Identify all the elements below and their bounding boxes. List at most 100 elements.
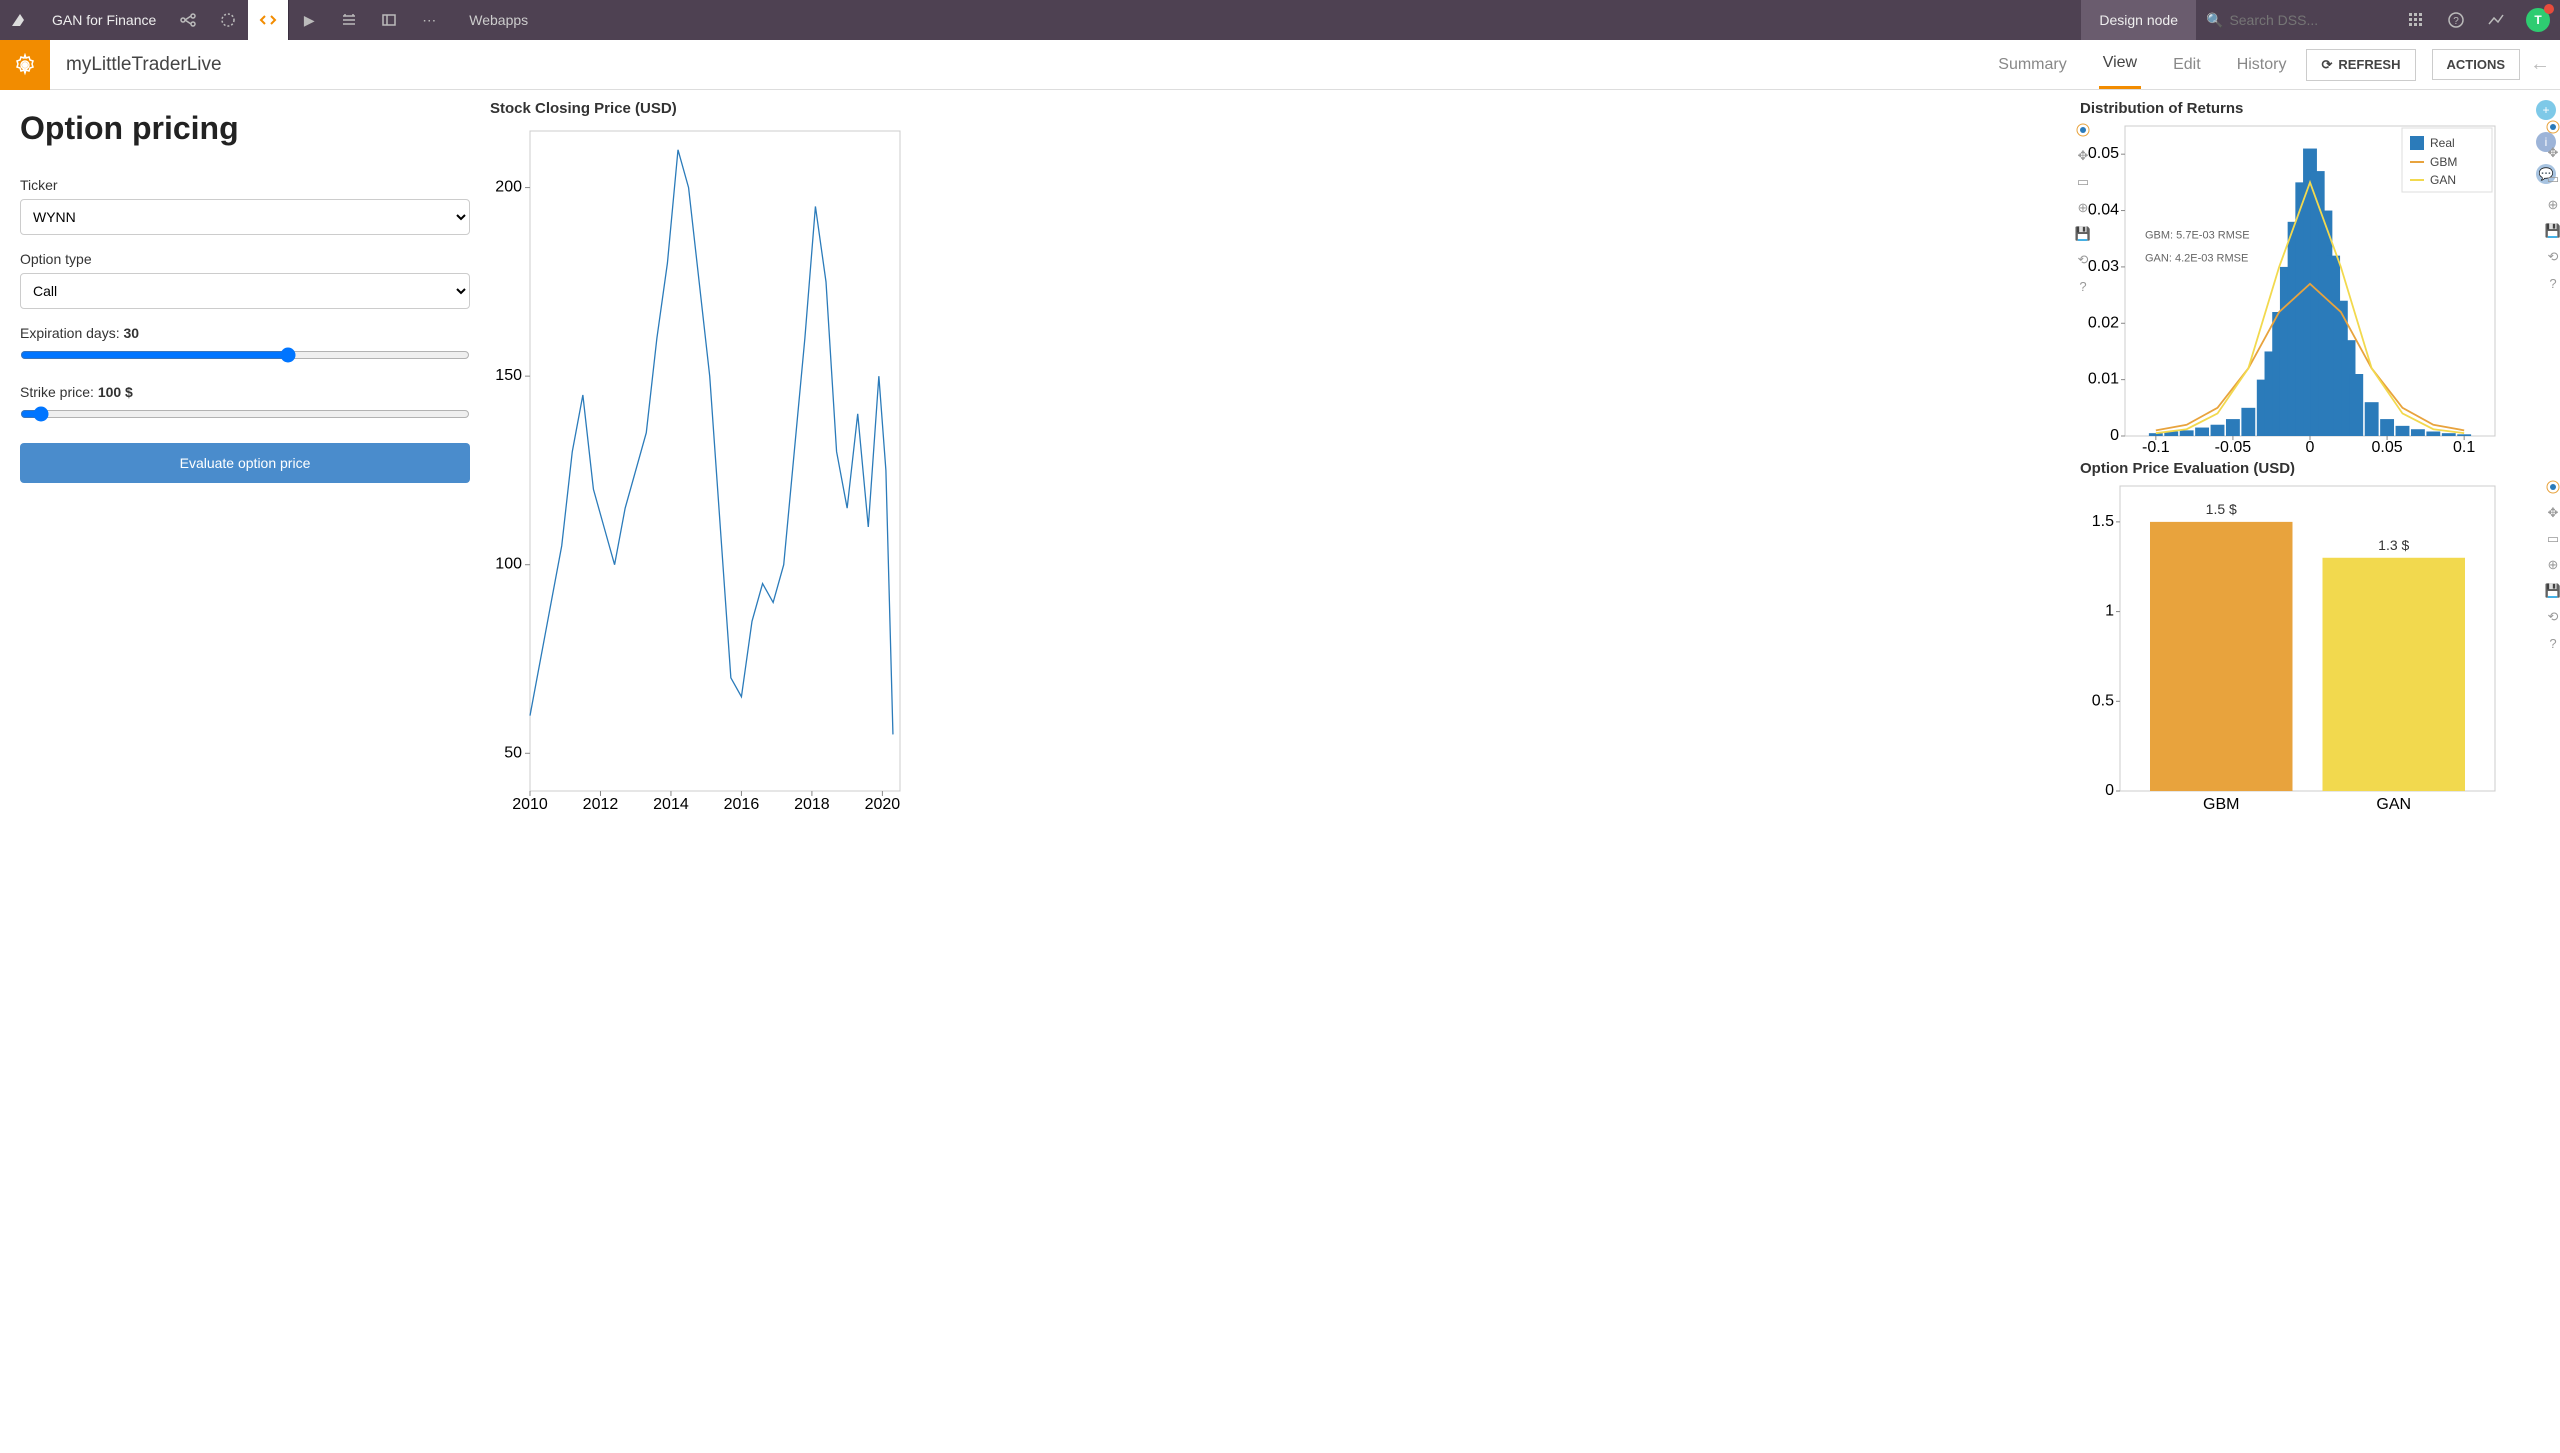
webapp-title: myLittleTraderLive <box>50 54 238 76</box>
option-type-label: Option type <box>20 251 470 267</box>
svg-text:-0.1: -0.1 <box>2142 439 2170 456</box>
svg-text:1.5 $: 1.5 $ <box>2206 501 2237 517</box>
ticker-label: Ticker <box>20 177 470 193</box>
section-tab-label[interactable]: Webapps <box>449 12 548 28</box>
expiration-label: Expiration days: 30 <box>20 325 470 341</box>
svg-text:1.5: 1.5 <box>2092 513 2114 530</box>
recipe-icon[interactable] <box>208 0 248 40</box>
svg-text:0.5: 0.5 <box>2092 692 2114 709</box>
svg-text:0.03: 0.03 <box>2088 258 2119 275</box>
svg-text:50: 50 <box>504 744 522 761</box>
tab-summary[interactable]: Summary <box>1994 40 2070 89</box>
wheel-zoom-tool-icon[interactable]: ⊕ <box>2544 196 2560 214</box>
user-avatar[interactable]: T <box>2526 8 2550 32</box>
more-icon[interactable]: ⋯ <box>409 0 449 40</box>
box-zoom-tool-icon[interactable]: ▭ <box>2544 530 2560 548</box>
design-node-label[interactable]: Design node <box>2081 0 2196 40</box>
project-name[interactable]: GAN for Finance <box>40 12 168 28</box>
pan-tool-icon[interactable]: ✥ <box>2544 504 2560 522</box>
page-heading: Option pricing <box>20 110 470 147</box>
ticker-select[interactable]: WYNN <box>20 199 470 235</box>
svg-text:0: 0 <box>2306 439 2315 456</box>
pan-tool-icon[interactable]: ✥ <box>2544 144 2560 162</box>
search-box[interactable]: 🔍 <box>2196 12 2396 29</box>
eval-chart-title: Option Price Evaluation (USD) <box>2080 460 2540 477</box>
right-chart-panel: Distribution of Returns 0 0.01 0.02 0.03 0.0… <box>2080 100 2540 1432</box>
view-tabs: Summary View Edit History <box>1994 40 2290 89</box>
svg-text:2020: 2020 <box>865 796 901 813</box>
play-icon[interactable]: ▶ <box>289 0 329 40</box>
dist-chart-tools: ✥ ▭ ⊕ 💾 ⟲ ? <box>2544 118 2560 292</box>
topbar: GAN for Finance ▶ ⋯ Webapps Design node … <box>0 0 2560 40</box>
svg-text:1: 1 <box>2105 603 2114 620</box>
svg-text:GAN: 4.2E-03 RMSE: GAN: 4.2E-03 RMSE <box>2145 252 2248 264</box>
tab-view[interactable]: View <box>2099 40 2141 89</box>
svg-text:-0.05: -0.05 <box>2215 439 2252 456</box>
tab-history[interactable]: History <box>2233 40 2291 89</box>
svg-text:0.05: 0.05 <box>2372 439 2403 456</box>
svg-text:0.1: 0.1 <box>2453 439 2475 456</box>
svg-text:0: 0 <box>2105 782 2114 799</box>
svg-text:?: ? <box>2453 16 2459 27</box>
bokeh-logo-icon[interactable] <box>2544 478 2560 496</box>
code-icon[interactable] <box>248 0 288 40</box>
apps-grid-icon[interactable] <box>2396 0 2436 40</box>
svg-text:GBM: GBM <box>2203 796 2239 813</box>
svg-text:0.02: 0.02 <box>2088 314 2119 331</box>
option-type-select[interactable]: Call <box>20 273 470 309</box>
dist-chart-title: Distribution of Returns <box>2080 100 2540 117</box>
save-tool-icon[interactable]: 💾 <box>2544 582 2560 600</box>
dashboard-icon[interactable] <box>369 0 409 40</box>
svg-text:GAN: GAN <box>2376 796 2411 813</box>
svg-text:2010: 2010 <box>512 796 548 813</box>
svg-text:GBM: GBM <box>2430 155 2457 169</box>
evaluation-chart[interactable]: 0 0.5 1 1.5 1.5 $ GBM 1.3 $ GAN <box>2080 481 2500 821</box>
svg-text:2016: 2016 <box>724 796 760 813</box>
box-zoom-tool-icon[interactable]: ▭ <box>2544 170 2560 188</box>
svg-text:0.04: 0.04 <box>2088 202 2119 219</box>
stock-chart[interactable]: 50 100 150 200 2010 2012 2014 2016 2018 2020 <box>490 121 910 821</box>
wheel-zoom-tool-icon[interactable]: ⊕ <box>2544 556 2560 574</box>
svg-text:2018: 2018 <box>794 796 830 813</box>
activity-icon[interactable] <box>2476 0 2516 40</box>
help-icon[interactable]: ? <box>2436 0 2476 40</box>
expiration-slider[interactable] <box>20 347 470 363</box>
form-panel: Option pricing Ticker WYNN Option type C… <box>10 100 480 1432</box>
collapse-arrow-icon[interactable]: ← <box>2520 53 2560 76</box>
eval-chart-tools: ✥ ▭ ⊕ 💾 ⟲ ? <box>2544 478 2560 652</box>
app-logo-icon[interactable] <box>0 0 40 40</box>
svg-text:Real: Real <box>2430 136 2455 150</box>
svg-text:0.01: 0.01 <box>2088 371 2119 388</box>
svg-text:100: 100 <box>495 556 522 573</box>
tab-edit[interactable]: Edit <box>2169 40 2205 89</box>
gear-icon[interactable] <box>0 40 50 90</box>
svg-text:2012: 2012 <box>583 796 619 813</box>
refresh-label: REFRESH <box>2338 57 2400 72</box>
list-icon[interactable] <box>329 0 369 40</box>
help-tool-icon[interactable]: ? <box>2544 274 2560 292</box>
svg-text:200: 200 <box>495 179 522 196</box>
search-icon: 🔍 <box>2206 12 2223 29</box>
evaluate-button[interactable]: Evaluate option price <box>20 443 470 483</box>
svg-text:150: 150 <box>495 367 522 384</box>
main-content: Option pricing Ticker WYNN Option type C… <box>0 90 2560 1442</box>
search-input[interactable] <box>2229 12 2379 28</box>
svg-text:GBM: 5.7E-03 RMSE: GBM: 5.7E-03 RMSE <box>2145 230 2250 242</box>
strike-slider[interactable] <box>20 406 470 422</box>
reset-tool-icon[interactable]: ⟲ <box>2544 608 2560 626</box>
svg-text:2014: 2014 <box>653 796 689 813</box>
save-tool-icon[interactable]: 💾 <box>2544 222 2560 240</box>
bokeh-logo-icon[interactable] <box>2544 118 2560 136</box>
svg-text:1.3 $: 1.3 $ <box>2378 537 2409 553</box>
help-tool-icon[interactable]: ? <box>2544 634 2560 652</box>
subheader: myLittleTraderLive Summary View Edit His… <box>0 40 2560 90</box>
actions-button[interactable]: ACTIONS <box>2432 49 2521 80</box>
svg-text:0: 0 <box>2110 427 2119 444</box>
stock-chart-title: Stock Closing Price (USD) <box>490 100 2070 117</box>
distribution-chart[interactable]: 00.010.020.030.040.05-0.1-0.0500.050.1GB… <box>2080 121 2500 461</box>
reset-tool-icon[interactable]: ⟲ <box>2544 248 2560 266</box>
refresh-icon: ⟳ <box>2321 57 2332 73</box>
stock-chart-panel: Stock Closing Price (USD) 50 100 150 200 201… <box>490 100 2070 1432</box>
refresh-button[interactable]: ⟳ REFRESH <box>2306 49 2415 81</box>
flow-icon[interactable] <box>168 0 208 40</box>
